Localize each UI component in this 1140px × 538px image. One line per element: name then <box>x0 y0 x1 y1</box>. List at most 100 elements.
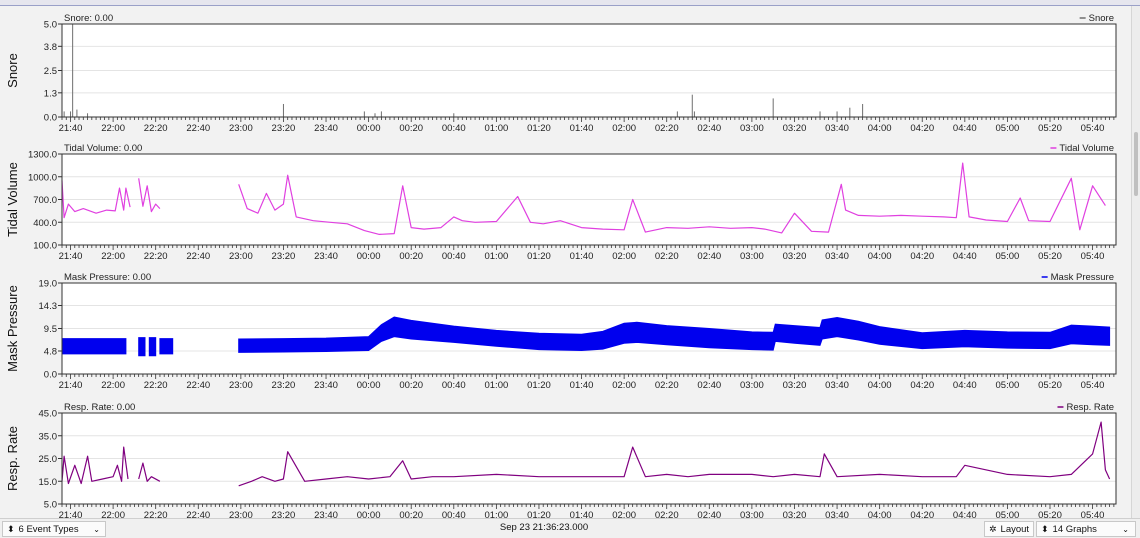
x-tick-label: 05:00 <box>996 123 1020 134</box>
y-tick-label: 35.0 <box>39 431 58 442</box>
x-tick-label: 03:00 <box>740 123 764 134</box>
x-tick-label: 22:40 <box>186 251 210 262</box>
y-tick-label: 0.0 <box>44 113 57 124</box>
x-tick-label: 01:00 <box>484 380 508 391</box>
x-tick-label: 02:20 <box>655 251 679 262</box>
x-tick-label: 01:20 <box>527 123 551 134</box>
x-tick-label: 21:40 <box>59 380 83 391</box>
x-tick-label: 04:00 <box>868 123 892 134</box>
x-tick-label: 01:40 <box>570 380 594 391</box>
panel-snore: 0.0 1.3 2.5 3.8 5.0 21:40 22:00 22:20 22:40 23:00… <box>5 13 1117 134</box>
graphs-select[interactable]: ⬍ 14 Graphs ⌄ <box>1036 521 1136 537</box>
x-tick-label: 01:40 <box>570 123 594 134</box>
x-tick-label: 23:40 <box>314 123 338 134</box>
y-tick-label: 25.0 <box>39 454 58 465</box>
x-tick-label: 05:00 <box>996 251 1020 262</box>
x-tick-label: 03:20 <box>783 251 807 262</box>
graph-title: Resp. Rate: 0.00 <box>64 402 135 413</box>
mask-pressure-band <box>61 338 127 355</box>
x-tick-label: 21:40 <box>59 123 83 134</box>
x-tick-label: 03:00 <box>740 380 764 391</box>
x-tick-label: 22:00 <box>101 380 125 391</box>
x-tick-label: 05:20 <box>1038 510 1062 518</box>
graph-title: Mask Pressure: 0.00 <box>64 272 151 283</box>
x-tick-label: 00:40 <box>442 510 466 518</box>
x-tick-label: 03:20 <box>783 123 807 134</box>
x-tick-label: 04:40 <box>953 123 977 134</box>
x-tick-label: 23:20 <box>272 380 296 391</box>
legend: Mask Pressure <box>1041 272 1114 283</box>
y-tick-label: 14.3 <box>39 301 58 312</box>
x-tick-label: 00:00 <box>357 510 381 518</box>
panel-mask-pressure: 0.0 4.8 9.5 14.3 19.0 21:40 22:00 22:20 22:40 23:… <box>5 272 1117 391</box>
y-tick-label: 4.8 <box>44 347 57 358</box>
x-tick-label: 23:40 <box>314 380 338 391</box>
x-tick-label: 01:00 <box>484 123 508 134</box>
x-tick-label: 22:00 <box>101 123 125 134</box>
y-tick-label: 45.0 <box>39 409 58 420</box>
x-tick-label: 05:20 <box>1038 251 1062 262</box>
x-tick-label: 22:00 <box>101 510 125 518</box>
x-tick-label: 02:40 <box>697 251 721 262</box>
x-tick-label: 01:00 <box>484 251 508 262</box>
layout-button[interactable]: ✲ Layout <box>984 521 1034 537</box>
y-axis-label: Snore <box>5 53 20 88</box>
x-tick-label: 00:20 <box>399 380 423 391</box>
x-tick-label: 03:40 <box>825 251 849 262</box>
y-tick-label: 400.0 <box>33 218 57 229</box>
y-axis-label: Mask Pressure <box>5 285 20 372</box>
x-tick-label: 22:20 <box>144 123 168 134</box>
x-tick-label: 23:00 <box>229 380 253 391</box>
x-tick-label: 04:00 <box>868 380 892 391</box>
x-tick-label: 04:20 <box>910 251 934 262</box>
y-tick-label: 2.5 <box>44 66 57 77</box>
x-tick-label: 04:40 <box>953 510 977 518</box>
legend: Resp. Rate <box>1057 402 1114 413</box>
x-tick-label: 02:40 <box>697 510 721 518</box>
x-tick-label: 03:00 <box>740 510 764 518</box>
x-tick-label: 05:40 <box>1081 123 1105 134</box>
x-tick-label: 03:00 <box>740 251 764 262</box>
x-tick-label: 22:40 <box>186 380 210 391</box>
x-tick-label: 03:40 <box>825 123 849 134</box>
bottom-toolbar: ⬍ 6 Event Types ⌄ Sep 23 21:36:23.000 ✲ … <box>0 518 1140 538</box>
x-tick-label: 01:20 <box>527 251 551 262</box>
x-tick-label: 21:40 <box>59 251 83 262</box>
x-tick-label: 00:40 <box>442 251 466 262</box>
x-tick-label: 05:40 <box>1081 380 1105 391</box>
x-tick-label: 04:40 <box>953 251 977 262</box>
scrollbar-thumb[interactable] <box>1134 132 1138 196</box>
x-tick-label: 00:20 <box>399 510 423 518</box>
x-tick-label: 04:20 <box>910 380 934 391</box>
current-datetime: Sep 23 21:36:23.000 <box>499 522 589 533</box>
graph-title: Snore: 0.00 <box>64 13 113 24</box>
x-tick-label: 05:40 <box>1081 251 1105 262</box>
mask-pressure-band <box>159 338 174 355</box>
x-tick-label: 23:00 <box>229 123 253 134</box>
x-tick-label: 22:20 <box>144 380 168 391</box>
x-tick-label: 02:40 <box>697 380 721 391</box>
legend-label: Tidal Volume <box>1059 143 1114 154</box>
x-tick-label: 03:40 <box>825 510 849 518</box>
y-tick-label: 1.3 <box>44 88 57 99</box>
y-tick-label: 15.0 <box>39 477 58 488</box>
y-tick-label: 5.0 <box>44 20 57 31</box>
legend: Snore <box>1079 13 1114 24</box>
x-tick-label: 23:20 <box>272 251 296 262</box>
legend-label: Mask Pressure <box>1051 272 1114 283</box>
x-tick-label: 05:20 <box>1038 380 1062 391</box>
x-tick-label: 02:00 <box>612 510 636 518</box>
x-tick-label: 22:40 <box>186 123 210 134</box>
x-tick-label: 04:00 <box>868 510 892 518</box>
y-tick-label: 5.0 <box>44 500 57 511</box>
x-tick-label: 21:40 <box>59 510 83 518</box>
x-tick-label: 04:20 <box>910 510 934 518</box>
x-tick-label: 03:20 <box>783 380 807 391</box>
x-tick-label: 22:20 <box>144 251 168 262</box>
x-tick-label: 22:40 <box>186 510 210 518</box>
vertical-scrollbar[interactable] <box>1131 6 1140 518</box>
y-tick-label: 1300.0 <box>28 150 57 161</box>
x-tick-label: 01:20 <box>527 380 551 391</box>
x-tick-label: 04:00 <box>868 251 892 262</box>
y-tick-label: 700.0 <box>33 195 57 206</box>
